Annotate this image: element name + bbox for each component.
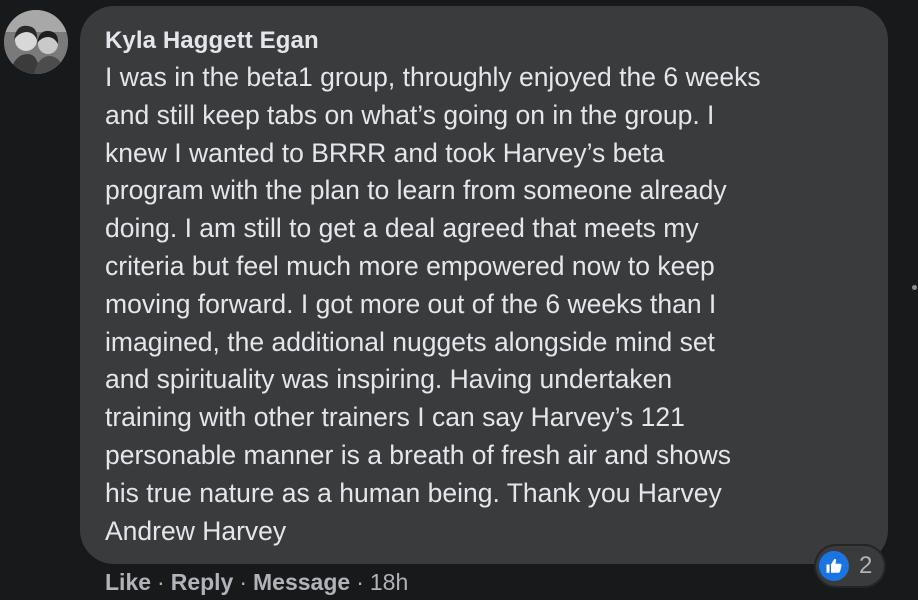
- avatar-photo: [4, 10, 68, 74]
- separator: ·: [157, 568, 165, 595]
- comment-bubble: Kyla Haggett Egan I was in the beta1 gro…: [80, 6, 888, 564]
- avatar[interactable]: [4, 10, 68, 74]
- comment-text: I was in the beta1 group, throughly enjo…: [105, 62, 761, 546]
- comment-thread: Kyla Haggett Egan I was in the beta1 gro…: [0, 0, 918, 600]
- comment-actions: Like · Reply · Message · 18h: [105, 568, 408, 596]
- reactions-summary[interactable]: 2: [816, 546, 885, 586]
- thumbs-up-icon: [819, 551, 849, 581]
- reaction-count: 2: [859, 552, 873, 579]
- reply-button[interactable]: Reply: [171, 569, 234, 596]
- edge-dot: [912, 285, 917, 290]
- separator: ·: [239, 568, 248, 595]
- message-button[interactable]: Message: [253, 569, 350, 596]
- separator: ·: [356, 568, 364, 595]
- comment-author[interactable]: Kyla Haggett Egan: [105, 26, 866, 56]
- like-button[interactable]: Like: [105, 569, 151, 596]
- comment-timestamp[interactable]: 18h: [370, 569, 408, 596]
